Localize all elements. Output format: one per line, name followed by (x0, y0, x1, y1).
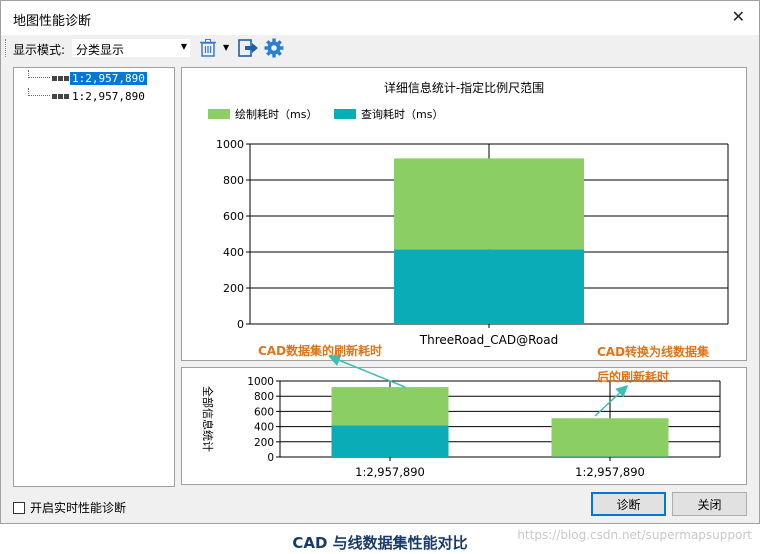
annotation-line-2: 后的刷新耗时 (597, 370, 670, 384)
annotation-cad: CAD数据集的刷新耗时 (258, 344, 383, 358)
watermark: https://blog.csdn.net/supermapsupport (517, 528, 752, 542)
arrow-left (328, 354, 406, 388)
map-performance-window: 地图性能诊断 ✕ 显示模式: 分类显示 ▼ ▼ 1:2,957,890 1:2,… (0, 0, 760, 524)
close-button[interactable]: 关闭 (672, 492, 747, 516)
diagnose-button[interactable]: 诊断 (591, 492, 666, 516)
arrow-right (594, 384, 629, 417)
annotation-line-1: CAD转换为线数据集 (597, 345, 710, 359)
realtime-label: 开启实时性能诊断 (30, 501, 127, 515)
realtime-checkbox[interactable] (13, 501, 25, 514)
annotation-arrows (328, 354, 629, 417)
realtime-diagnosis-option[interactable]: 开启实时性能诊断 (13, 499, 126, 516)
